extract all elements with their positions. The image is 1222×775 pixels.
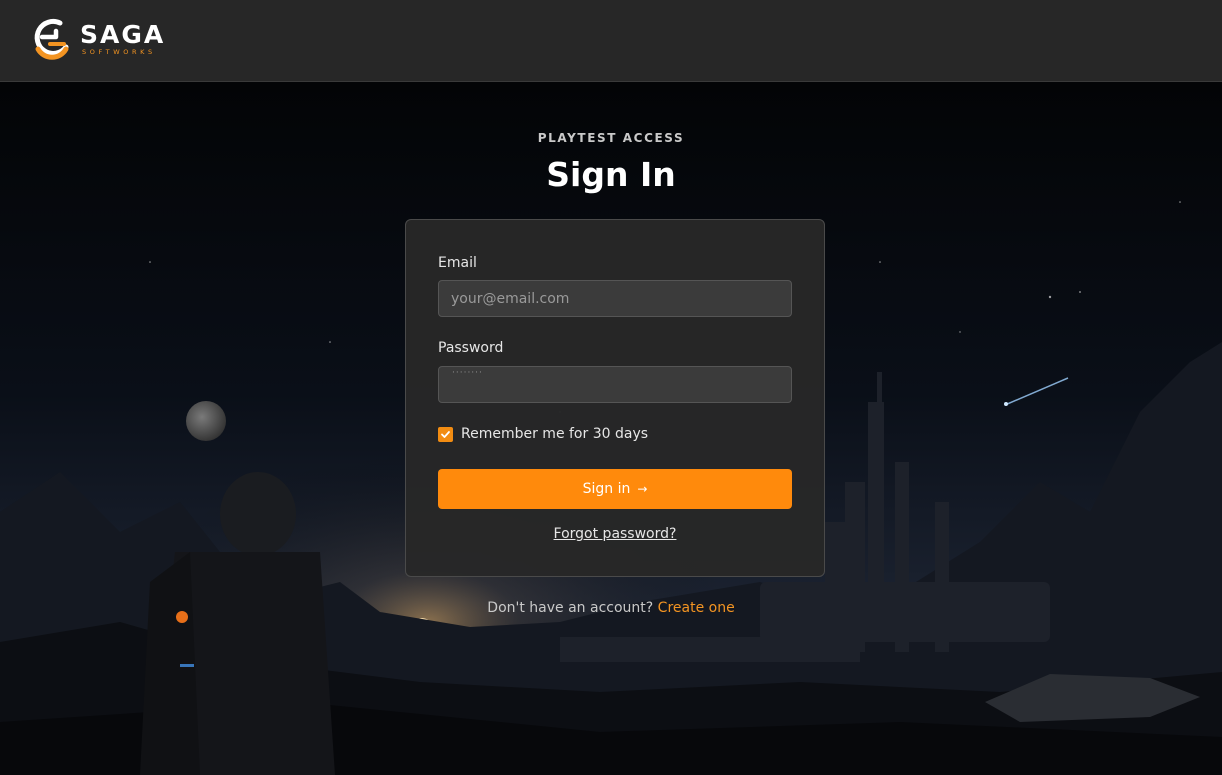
- sign-in-card: Email Password ········ Remember me for …: [405, 219, 825, 577]
- brand-name: SAGA: [80, 20, 166, 50]
- password-label: Password: [438, 340, 504, 356]
- remember-me-label: Remember me for 30 days: [461, 426, 649, 442]
- eyebrow-label: PLAYTEST ACCESS: [537, 131, 685, 145]
- forgot-password-link[interactable]: Forgot password?: [406, 526, 824, 542]
- sign-in-button-label: Sign in: [582, 481, 631, 497]
- page-title: Sign In: [546, 155, 676, 194]
- remember-me-checkbox[interactable]: [438, 426, 453, 442]
- sign-in-button[interactable]: Sign in →: [438, 469, 792, 509]
- check-icon: [441, 430, 450, 438]
- top-header: SAGA SOFTWORKS: [0, 0, 1222, 82]
- remember-me-row[interactable]: Remember me for 30 days: [438, 426, 648, 442]
- email-field[interactable]: [438, 280, 792, 317]
- arrow-right-icon: →: [637, 482, 648, 496]
- saga-softworks-logo[interactable]: SAGA SOFTWORKS: [30, 17, 165, 61]
- signup-prompt-text: Don't have an account?: [487, 600, 654, 616]
- email-label: Email: [438, 255, 477, 271]
- password-field[interactable]: [438, 366, 792, 403]
- saga-logo-icon: [34, 18, 69, 60]
- signup-prompt: Don't have an account? Create one: [0, 600, 1222, 616]
- brand-subtitle: SOFTWORKS: [82, 48, 156, 57]
- create-account-link[interactable]: Create one: [658, 600, 735, 616]
